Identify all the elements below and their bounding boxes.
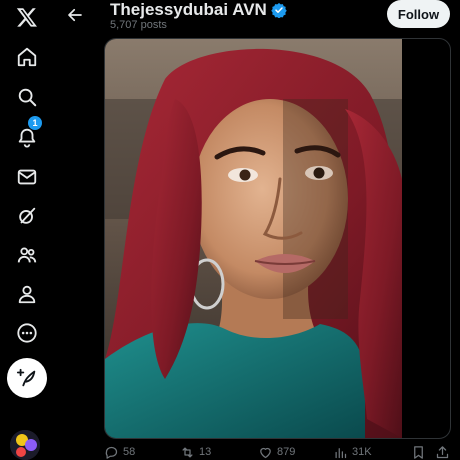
communities-icon[interactable] — [10, 238, 44, 272]
like-count: 879 — [277, 446, 296, 458]
verified-badge-icon — [271, 2, 287, 18]
arrow-left-icon — [68, 8, 82, 22]
left-navigation: 1 — [0, 0, 56, 460]
views-button[interactable]: 31K — [333, 444, 372, 460]
post-photo — [105, 39, 402, 438]
heart-icon — [260, 447, 271, 458]
feather-plus-icon — [16, 368, 36, 387]
views-chart-icon — [335, 447, 347, 458]
reply-count: 58 — [123, 446, 136, 458]
reply-icon — [105, 446, 118, 459]
share-icon — [436, 445, 449, 458]
back-button[interactable] — [62, 2, 88, 28]
like-button[interactable]: 879 — [258, 444, 295, 460]
compose-post-button[interactable] — [7, 358, 47, 398]
repost-count: 13 — [199, 446, 212, 458]
search-icon[interactable] — [10, 80, 44, 114]
follow-button[interactable]: Follow — [387, 0, 450, 28]
posts-count: 5,707 posts — [110, 19, 167, 31]
bookmark-button[interactable] — [411, 444, 426, 460]
profile-icon[interactable] — [10, 277, 44, 311]
notification-badge: 1 — [28, 116, 42, 130]
views-count: 31K — [352, 446, 372, 458]
notifications-icon[interactable]: 1 — [10, 116, 44, 154]
bookmark-icon — [414, 445, 423, 459]
post-action-bar: 58 13 879 31K — [0, 444, 460, 460]
repost-icon — [182, 447, 193, 457]
more-icon[interactable] — [10, 316, 44, 350]
post-media[interactable] — [104, 38, 451, 439]
x-logo-icon[interactable] — [10, 0, 44, 34]
home-icon[interactable] — [10, 40, 44, 74]
messages-icon[interactable] — [10, 160, 44, 194]
share-button[interactable] — [435, 444, 450, 460]
profile-title-row: Thejessydubai AVN — [110, 0, 287, 20]
reply-button[interactable]: 58 — [104, 444, 135, 460]
grok-icon[interactable] — [10, 199, 44, 233]
repost-button[interactable]: 13 — [180, 444, 211, 460]
profile-name: Thejessydubai AVN — [110, 0, 267, 19]
